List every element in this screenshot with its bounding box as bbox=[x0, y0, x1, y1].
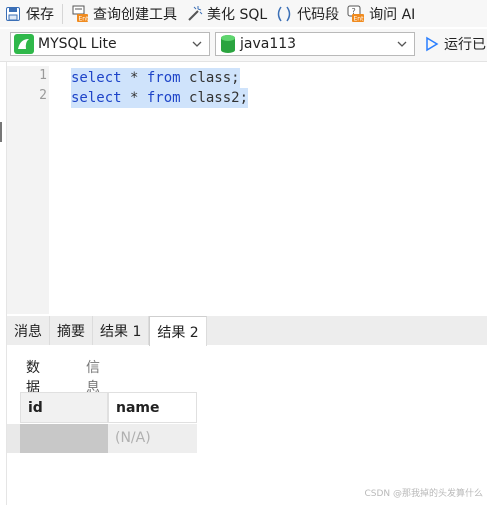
line-number: 2 bbox=[39, 88, 47, 103]
sql-editor[interactable]: 1 2 select * from class; select * from c… bbox=[7, 66, 487, 314]
connection-value: MYSQL Lite bbox=[38, 36, 117, 52]
mysql-icon bbox=[14, 34, 34, 54]
connection-select[interactable]: MYSQL Lite bbox=[10, 32, 210, 56]
table-cell[interactable]: (N/A) bbox=[20, 424, 108, 453]
sql-keyword: select bbox=[71, 90, 122, 106]
query-builder-icon: Ent bbox=[71, 5, 89, 23]
chevron-down-icon bbox=[396, 38, 408, 54]
query-builder-label: 查询创建工具 bbox=[93, 6, 177, 23]
chevron-down-icon bbox=[191, 38, 203, 54]
sql-text: * bbox=[121, 90, 147, 106]
main-toolbar: 保存 Ent 查询创建工具 美化 SQL 代码段 ? Ent 询问 AI bbox=[0, 0, 487, 27]
toolbar-divider bbox=[62, 3, 63, 24]
column-header-name[interactable]: name bbox=[108, 392, 197, 423]
tab-label: 结果 1 bbox=[100, 323, 142, 340]
code-snippet-button[interactable]: 代码段 bbox=[271, 0, 343, 27]
tab-summary[interactable]: 摘要 bbox=[50, 316, 93, 345]
column-header-label: name bbox=[116, 400, 160, 416]
sql-text: class2; bbox=[180, 90, 249, 106]
column-header-label: id bbox=[28, 400, 43, 416]
database-select[interactable]: java113 bbox=[215, 32, 415, 56]
beautify-sql-label: 美化 SQL bbox=[207, 6, 268, 23]
cell-value: (N/A) bbox=[27, 430, 63, 446]
ask-ai-label: 询问 AI bbox=[369, 6, 416, 23]
tab-label: 摘要 bbox=[57, 323, 85, 340]
result-tab-bar: 消息 摘要 结果 1 结果 2 bbox=[7, 316, 487, 346]
tab-info[interactable]: 信息 bbox=[86, 357, 100, 397]
ai-help-icon: ? Ent bbox=[347, 5, 365, 23]
ask-ai-button[interactable]: ? Ent 询问 AI bbox=[343, 0, 419, 27]
database-value: java113 bbox=[240, 36, 297, 52]
parentheses-icon bbox=[275, 5, 293, 23]
sql-keyword: from bbox=[146, 90, 181, 106]
save-icon bbox=[4, 5, 22, 23]
code-snippet-label: 代码段 bbox=[297, 6, 340, 23]
tab-label: 结果 2 bbox=[157, 324, 199, 341]
tab-label: 信息 bbox=[86, 360, 100, 396]
tab-result-2[interactable]: 结果 2 bbox=[149, 316, 207, 346]
sql-text: * bbox=[121, 70, 147, 86]
magic-wand-icon bbox=[185, 5, 203, 23]
cell-value: (N/A) bbox=[115, 430, 151, 446]
sql-text: class; bbox=[180, 70, 240, 86]
run-label: 运行已 bbox=[444, 37, 486, 53]
tab-label: 消息 bbox=[14, 323, 42, 340]
splitter-handle[interactable] bbox=[0, 122, 2, 142]
tab-result-1[interactable]: 结果 1 bbox=[93, 316, 150, 345]
run-button[interactable]: 运行已 bbox=[425, 32, 486, 56]
tab-label: 数据 bbox=[26, 360, 40, 396]
line-number: 1 bbox=[39, 68, 47, 83]
database-icon bbox=[220, 34, 236, 54]
save-button[interactable]: 保存 bbox=[0, 0, 58, 27]
watermark: CSDN @那我掉的头发算什么 bbox=[364, 489, 483, 499]
code-line[interactable]: select * from class; bbox=[71, 68, 240, 88]
row-selector[interactable] bbox=[7, 424, 20, 453]
query-builder-button[interactable]: Ent 查询创建工具 bbox=[67, 0, 181, 27]
svg-text:Ent: Ent bbox=[79, 15, 90, 22]
tab-messages[interactable]: 消息 bbox=[7, 316, 50, 345]
save-label: 保存 bbox=[26, 6, 54, 23]
line-number-gutter: 1 2 bbox=[7, 66, 49, 314]
play-icon bbox=[425, 36, 439, 52]
sql-keyword: from bbox=[146, 70, 181, 86]
connection-bar: MYSQL Lite java113 运行已 bbox=[0, 29, 487, 62]
beautify-sql-button[interactable]: 美化 SQL bbox=[181, 0, 271, 27]
column-header-id[interactable]: id bbox=[20, 392, 108, 423]
sql-keyword: select bbox=[71, 70, 122, 86]
code-line[interactable]: select * from class2; bbox=[71, 88, 249, 108]
svg-text:Ent: Ent bbox=[354, 15, 365, 22]
table-cell[interactable]: (N/A) bbox=[108, 424, 197, 453]
